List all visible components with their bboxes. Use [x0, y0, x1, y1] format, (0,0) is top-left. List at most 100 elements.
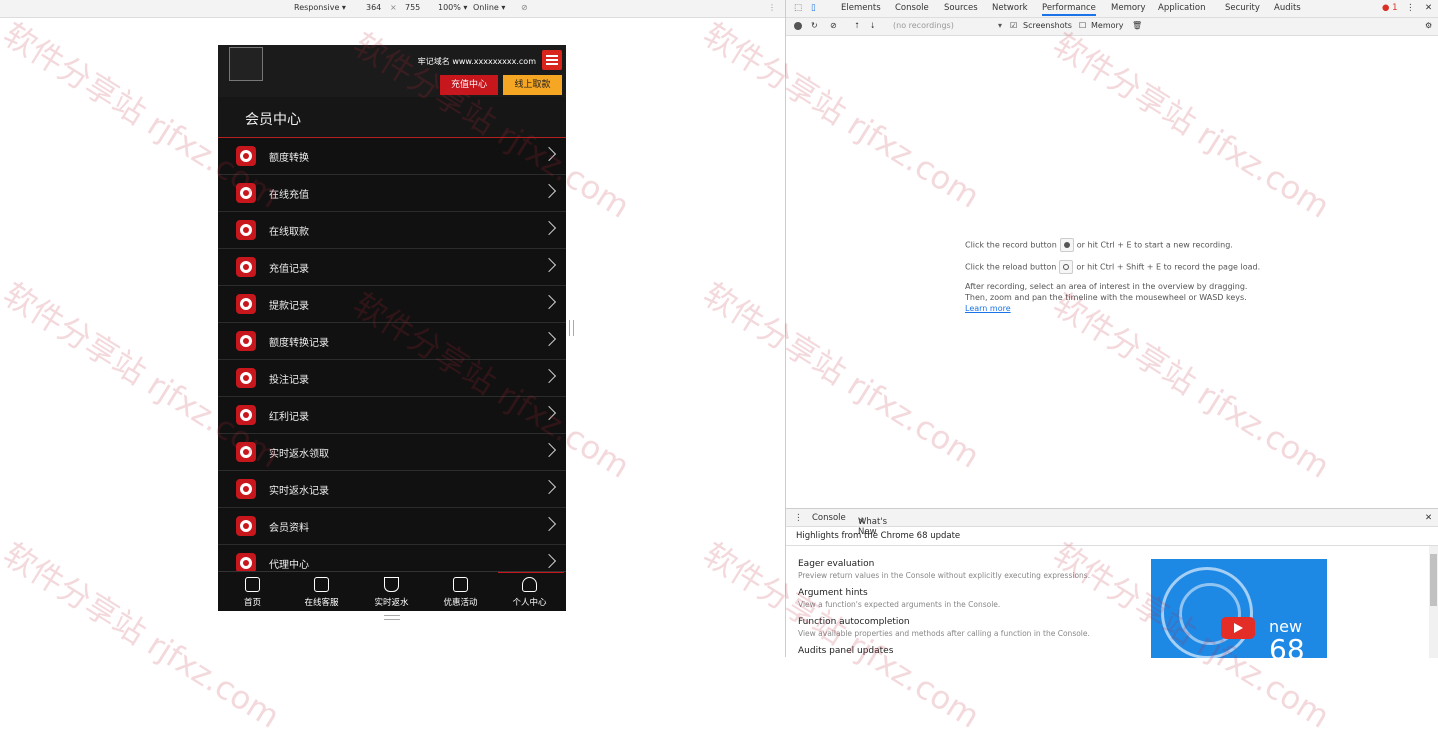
tab-profile[interactable]: 个人中心 [495, 572, 564, 611]
device-toggle-icon[interactable]: ▯ [811, 3, 816, 13]
tab-memory[interactable]: Memory [1111, 3, 1146, 13]
profile-icon [236, 516, 256, 536]
menu-item-label: 额度转换 [269, 153, 309, 164]
site-logo[interactable] [229, 47, 263, 81]
release-video-thumbnail[interactable]: new 68 [1151, 559, 1327, 658]
chevron-right-icon [541, 442, 557, 458]
tab-home[interactable]: 首页 [218, 572, 287, 611]
inspect-icon[interactable]: ⬚ [794, 3, 802, 13]
chevron-right-icon [541, 479, 557, 495]
menu-item-transfer-records[interactable]: 额度转换记录 [218, 323, 566, 360]
instruction-text: or hit Ctrl + Shift + E to record the pa… [1076, 262, 1261, 272]
device-select[interactable]: Responsive ▾ [294, 3, 346, 12]
menu-item-bet-records[interactable]: 投注记录 [218, 360, 566, 397]
tab-elements[interactable]: Elements [841, 3, 881, 13]
menu-item-label: 会员资料 [269, 523, 309, 534]
menu-item-withdraw-records[interactable]: 提款记录 [218, 286, 566, 323]
tab-label: 实时返水 [374, 598, 409, 608]
chevron-right-icon [541, 220, 557, 236]
menu-item-online-deposit[interactable]: 在线充值 [218, 175, 566, 212]
feature-item[interactable]: Audits panel updates [798, 646, 893, 656]
feature-item[interactable]: Eager evaluation Preview return values in… [798, 559, 1090, 580]
instruction-text: Click the record button [965, 240, 1057, 250]
tab-promotions[interactable]: 优惠活动 [426, 572, 495, 611]
tab-sources[interactable]: Sources [944, 3, 978, 13]
withdraw-button[interactable]: 线上取款 [503, 75, 562, 95]
menu-item-label: 在线取款 [269, 227, 309, 238]
domain-label: 牢记域名 www.xxxxxxxxx.com [417, 57, 536, 66]
feature-desc: View a function's expected arguments in … [798, 600, 1001, 609]
download-icon[interactable]: ⭣ [871, 21, 875, 31]
reload-record-icon[interactable]: ↻ [811, 21, 818, 30]
play-icon[interactable] [1221, 617, 1255, 639]
width-input[interactable]: 364 [366, 3, 381, 12]
learn-more-link[interactable]: Learn more [965, 304, 1011, 313]
close-icon[interactable]: ✕ [1425, 3, 1432, 13]
resize-handle-vertical[interactable] [384, 615, 400, 620]
tab-network[interactable]: Network [992, 3, 1028, 13]
feature-title: Eager evaluation [798, 559, 875, 569]
chevron-right-icon [541, 368, 557, 384]
rotate-icon[interactable]: ⊘ [521, 3, 528, 12]
instruction-text: or hit Ctrl + E to start a new recording… [1076, 240, 1233, 250]
tab-performance[interactable]: Performance [1042, 3, 1096, 16]
resize-handle-horizontal[interactable] [569, 320, 574, 336]
menu-item-credit-transfer[interactable]: 额度转换 [218, 138, 566, 175]
more-options-icon[interactable]: ⋮ [1406, 3, 1415, 13]
memory-checkbox[interactable]: ☐ [1079, 21, 1086, 30]
chevron-right-icon [541, 183, 557, 199]
screenshots-checkbox[interactable]: ☑ [1010, 21, 1017, 30]
tab-label: 在线客服 [304, 598, 339, 608]
tab-label: 个人中心 [512, 598, 547, 608]
menu-item-label: 额度转换记录 [269, 338, 329, 349]
error-badge[interactable]: ● 1 [1382, 3, 1398, 13]
chevron-right-icon [541, 553, 557, 569]
record-icon[interactable] [794, 22, 802, 30]
tab-console[interactable]: Console [895, 3, 929, 13]
tab-application[interactable]: Application [1158, 3, 1206, 13]
record-icon[interactable] [1059, 238, 1074, 252]
drawer-close-icon[interactable]: ✕ [1425, 513, 1432, 523]
network-select[interactable]: Online ▾ [473, 3, 505, 12]
tab-rebate[interactable]: 实时返水 [357, 572, 426, 611]
tab-security[interactable]: Security [1225, 3, 1260, 13]
close-icon[interactable]: ✕ [858, 517, 865, 527]
clear-icon[interactable]: ⊘ [830, 21, 837, 30]
menu-item-rebate-claim[interactable]: 实时返水领取 [218, 434, 566, 471]
reload-icon[interactable] [1059, 260, 1074, 274]
error-count: 1 [1392, 3, 1398, 13]
rebate-icon [236, 442, 256, 462]
site-header: 牢记域名 www.xxxxxxxxx.com 充值中心 线上取款 [218, 45, 566, 97]
feature-item[interactable]: Argument hints View a function's expected… [798, 588, 1000, 609]
more-options-icon[interactable]: ⋮ [768, 3, 776, 12]
menu-icon[interactable] [542, 50, 562, 70]
withdraw-icon [236, 220, 256, 240]
drawer-tab-console[interactable]: Console [812, 513, 846, 523]
tab-audits[interactable]: Audits [1274, 3, 1301, 13]
height-input[interactable]: 755 [405, 3, 420, 12]
record-icon [236, 294, 256, 314]
memory-label: Memory [1091, 21, 1124, 30]
menu-item-label: 提款记录 [269, 301, 309, 312]
menu-item-deposit-records[interactable]: 充值记录 [218, 249, 566, 286]
zoom-select[interactable]: 100% ▾ [438, 3, 467, 12]
tab-support[interactable]: 在线客服 [287, 572, 356, 611]
recharge-button[interactable]: 充值中心 [440, 75, 498, 95]
settings-icon[interactable]: ⚙ [1425, 21, 1432, 30]
devtools-panel: ⬚ ▯ Elements Console Sources Network Per… [785, 0, 1438, 658]
menu-item-member-profile[interactable]: 会员资料 [218, 508, 566, 545]
menu-item-rebate-records[interactable]: 实时返水记录 [218, 471, 566, 508]
drawer-menu-icon[interactable]: ⋮ [794, 513, 803, 523]
scrollbar[interactable] [1429, 546, 1438, 658]
screenshots-label: Screenshots [1023, 21, 1072, 30]
trash-icon[interactable]: 🗑 [1132, 21, 1142, 30]
chevron-down-icon[interactable]: ▾ [998, 21, 1002, 30]
drawer-tabbar: ⋮ Console What's New ✕ ✕ [786, 509, 1438, 537]
record-icon [236, 331, 256, 351]
upload-icon[interactable]: ⭡ [855, 21, 859, 31]
menu-item-online-withdraw[interactable]: 在线取款 [218, 212, 566, 249]
menu-item-bonus-records[interactable]: 红利记录 [218, 397, 566, 434]
profile-select[interactable]: (no recordings) [893, 21, 954, 30]
feature-item[interactable]: Function autocompletion View available pr… [798, 617, 1090, 638]
feature-title: Argument hints [798, 588, 868, 598]
